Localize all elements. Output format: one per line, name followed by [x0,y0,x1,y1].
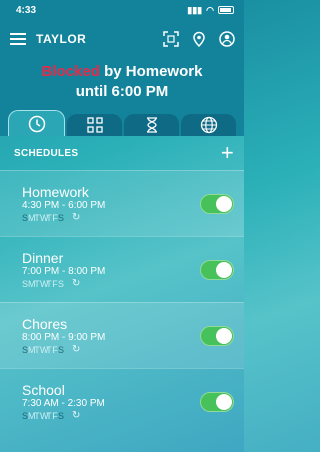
schedule-name: Dinner [22,249,64,266]
wifi-icon: ◠ [206,4,214,15]
blocked-banner: Blocked by Homework until 6:00 PM [0,58,244,110]
blocked-label: Blocked [41,63,100,80]
schedule-days: S M T W T F S ↻ [22,344,105,356]
day-letter: S [58,278,65,289]
schedule-toggle[interactable] [200,391,234,412]
schedule-toggle[interactable] [200,193,234,214]
schedules-title: SCHEDULES [14,147,79,159]
schedule-item[interactable]: Dinner 7:00 PM - 8:00 PM S M T W T F S ↻ [0,236,244,302]
tab-web[interactable] [181,114,236,136]
schedule-info: Dinner 7:00 PM - 8:00 PM S M T W T F S ↻ [22,250,105,290]
schedule-name: Homework [22,183,89,200]
repeat-icon: ↻ [72,343,81,355]
schedule-item[interactable]: Homework 4:30 PM - 6:00 PM S M T W T F S ↻ [0,170,244,236]
clock-icon [28,115,45,132]
location-icon[interactable] [190,30,208,48]
schedule-days: S M T W T F S ↻ [22,212,105,224]
schedule-info: Homework 4:30 PM - 6:00 PM S M T W T F S ↻ [22,184,105,224]
blocked-until: until 6:00 PM [75,83,169,100]
signal-icon: ▮▮▮ [187,4,203,15]
apps-icon [86,117,103,133]
schedule-time: 7:30 AM - 2:30 PM [22,397,105,409]
schedule-days: S M T W T F S ↻ [22,278,105,290]
schedule-list: Homework 4:30 PM - 6:00 PM S M T W T F S ↻ Dinn… [0,170,244,434]
schedule-info: School 7:30 AM - 2:30 PM S M T W T F S ↻ [22,382,105,422]
schedule-info: Chores 8:00 PM - 9:00 PM S M T W T F S ↻ [22,316,105,356]
schedule-toggle[interactable] [200,259,234,280]
battery-icon [218,6,234,14]
tab-apps[interactable] [67,114,122,136]
status-time: 4:33 [16,4,37,16]
header-actions [162,30,236,48]
globe-icon [200,116,217,134]
day-letter: S [58,410,65,421]
schedule-name: School [22,381,65,398]
repeat-icon: ↻ [72,277,81,289]
tab-time-limits[interactable] [124,114,179,136]
app-header: TAYLOR [0,20,244,58]
schedule-time: 4:30 PM - 6:00 PM [22,199,106,211]
repeat-icon: ↻ [72,409,81,421]
add-schedule-button[interactable]: + [221,142,234,164]
schedule-days: S M T W T F S ↻ [22,410,105,422]
menu-icon[interactable] [10,33,26,45]
profile-icon[interactable] [218,30,236,48]
tab-schedules[interactable] [8,110,65,136]
repeat-icon: ↻ [72,211,81,223]
status-bar: 4:33 ▮▮▮ ◠ [0,0,244,20]
schedule-item[interactable]: Chores 8:00 PM - 9:00 PM S M T W T F S ↻ [0,302,244,368]
page-title: TAYLOR [36,32,87,46]
schedule-time: 8:00 PM - 9:00 PM [22,331,106,343]
blocked-line-1: Blocked by Homework [0,62,244,82]
schedule-time: 7:00 PM - 8:00 PM [22,265,106,277]
schedule-item[interactable]: School 7:30 AM - 2:30 PM S M T W T F S ↻ [0,368,244,434]
tab-bar [0,110,244,136]
schedule-name: Chores [22,315,68,332]
schedule-toggle[interactable] [200,325,234,346]
schedules-header: SCHEDULES + [0,136,244,170]
day-letter: S [58,344,65,355]
blocked-by: by Homework [99,63,203,80]
hourglass-icon [146,117,157,133]
scan-icon[interactable] [162,30,180,48]
day-letter: S [58,212,65,223]
status-icons: ▮▮▮ ◠ [187,5,234,16]
